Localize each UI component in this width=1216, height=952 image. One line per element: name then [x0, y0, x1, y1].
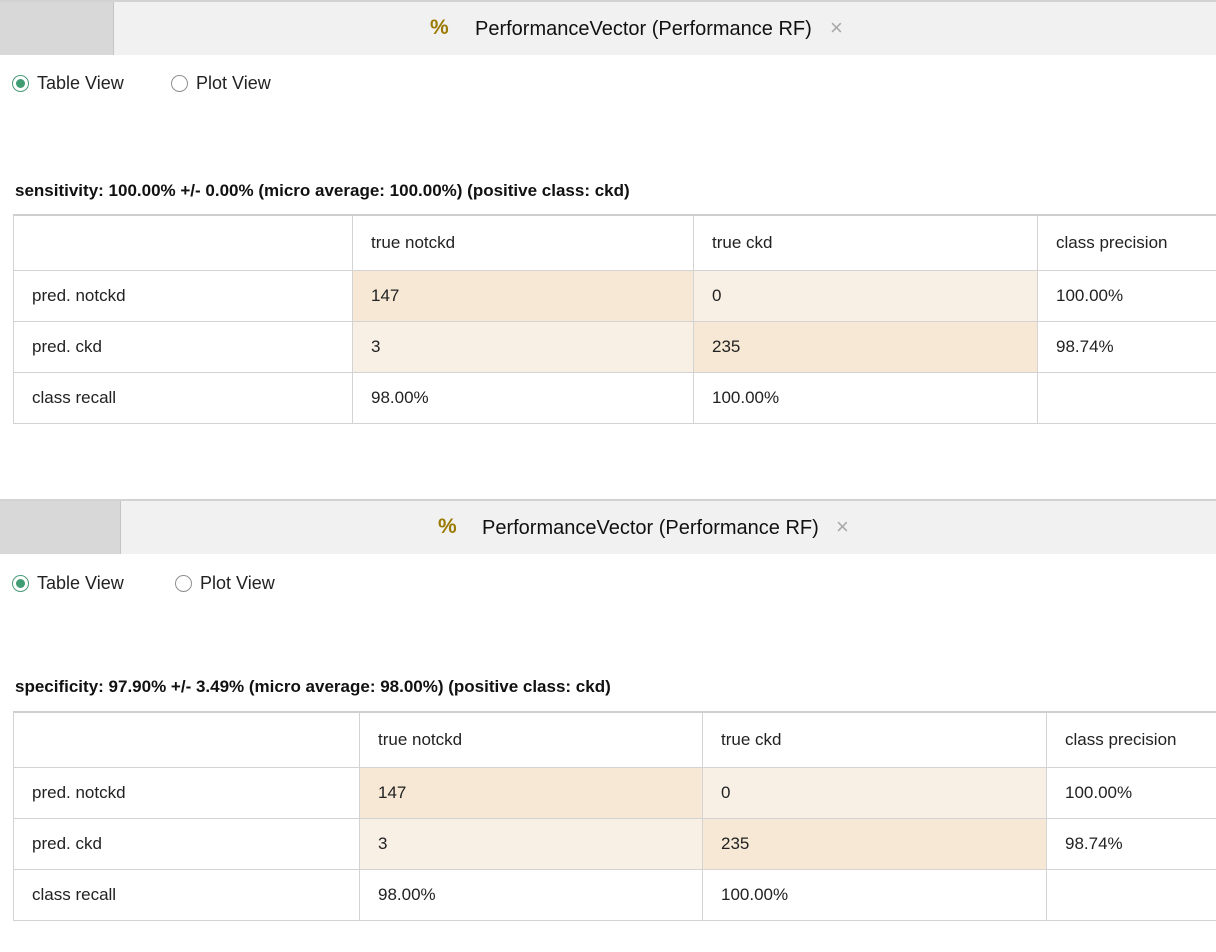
inactive-tab[interactable]: [0, 501, 121, 554]
header-cell: true notckd: [352, 214, 694, 271]
plot-view-radio[interactable]: Plot View: [171, 73, 271, 94]
precision-cell: 100.00%: [1046, 766, 1216, 819]
row-label: pred. ckd: [13, 320, 353, 373]
row-label: pred. ckd: [13, 817, 360, 870]
matrix-cell: 235: [693, 320, 1038, 373]
table-row: pred. notckd 147 0 100.00%: [13, 269, 1216, 322]
recall-cell: 98.00%: [352, 371, 694, 424]
table-view-label: Table View: [37, 573, 124, 593]
matrix-cell: 235: [702, 817, 1047, 870]
radio-unselected-icon[interactable]: [171, 75, 188, 92]
empty-cell: [1037, 371, 1216, 424]
inactive-tab[interactable]: [0, 2, 114, 55]
header-cell: true ckd: [702, 711, 1047, 768]
radio-selected-icon[interactable]: [12, 75, 29, 92]
row-label: class recall: [13, 868, 360, 921]
recall-cell: 98.00%: [359, 868, 703, 921]
performance-heading: sensitivity: 100.00% +/- 0.00% (micro av…: [15, 181, 630, 200]
percent-icon: %: [430, 16, 449, 39]
header-cell: true notckd: [359, 711, 703, 768]
tab-bar: % PerformanceVector (Performance RF) ×: [0, 499, 1216, 554]
table-view-radio[interactable]: Table View: [12, 73, 124, 94]
performance-heading: specificity: 97.90% +/- 3.49% (micro ave…: [15, 677, 611, 696]
row-label: pred. notckd: [13, 766, 360, 819]
precision-cell: 100.00%: [1037, 269, 1216, 322]
tab-bar: % PerformanceVector (Performance RF) ×: [0, 0, 1216, 55]
performance-panel-2: % PerformanceVector (Performance RF) × T…: [0, 499, 1216, 952]
table-header-row: true notckd true ckd class precision: [13, 214, 1216, 271]
header-cell: class precision: [1037, 214, 1216, 271]
confusion-matrix: true notckd true ckd class precision pre…: [13, 214, 1216, 424]
matrix-cell: 3: [359, 817, 703, 870]
performance-panel-1: % PerformanceVector (Performance RF) × T…: [0, 0, 1216, 440]
header-cell: class precision: [1046, 711, 1216, 768]
recall-cell: 100.00%: [702, 868, 1047, 921]
plot-view-label: Plot View: [196, 73, 271, 93]
row-label: pred. notckd: [13, 269, 353, 322]
matrix-cell: 147: [352, 269, 694, 322]
close-icon[interactable]: ×: [830, 15, 843, 41]
table-view-label: Table View: [37, 73, 124, 93]
tab-title: PerformanceVector (Performance RF): [475, 18, 812, 40]
header-cell: [13, 214, 353, 271]
close-icon[interactable]: ×: [836, 514, 849, 540]
matrix-cell: 3: [352, 320, 694, 373]
empty-cell: [1046, 868, 1216, 921]
precision-cell: 98.74%: [1037, 320, 1216, 373]
row-label: class recall: [13, 371, 353, 424]
table-row: pred. notckd 147 0 100.00%: [13, 766, 1216, 819]
radio-unselected-icon[interactable]: [175, 575, 192, 592]
table-row: pred. ckd 3 235 98.74%: [13, 320, 1216, 373]
percent-icon: %: [438, 515, 457, 538]
tab-performance-vector[interactable]: % PerformanceVector (Performance RF) ×: [114, 2, 1216, 55]
recall-cell: 100.00%: [693, 371, 1038, 424]
confusion-matrix: true notckd true ckd class precision pre…: [13, 711, 1216, 921]
matrix-cell: 147: [359, 766, 703, 819]
header-cell: true ckd: [693, 214, 1038, 271]
table-header-row: true notckd true ckd class precision: [13, 711, 1216, 768]
table-row: class recall 98.00% 100.00%: [13, 868, 1216, 921]
table-row: class recall 98.00% 100.00%: [13, 371, 1216, 424]
matrix-cell: 0: [693, 269, 1038, 322]
plot-view-label: Plot View: [200, 573, 275, 593]
table-view-radio[interactable]: Table View: [12, 573, 124, 594]
precision-cell: 98.74%: [1046, 817, 1216, 870]
header-cell: [13, 711, 360, 768]
matrix-cell: 0: [702, 766, 1047, 819]
tab-performance-vector[interactable]: % PerformanceVector (Performance RF) ×: [121, 501, 1216, 554]
plot-view-radio[interactable]: Plot View: [175, 573, 275, 594]
radio-selected-icon[interactable]: [12, 575, 29, 592]
tab-title: PerformanceVector (Performance RF): [482, 517, 819, 539]
table-row: pred. ckd 3 235 98.74%: [13, 817, 1216, 870]
